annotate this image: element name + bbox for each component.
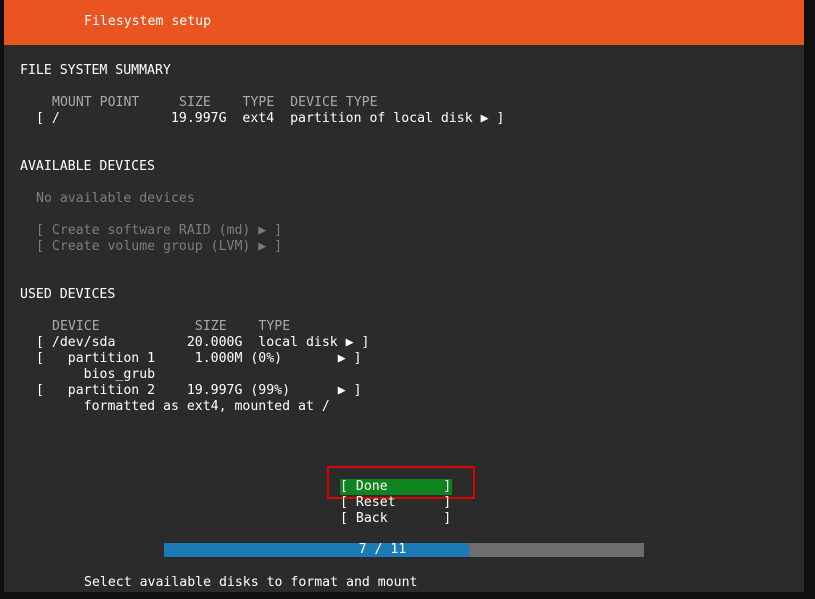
progress-label: 7 / 11 bbox=[358, 542, 407, 557]
partition-1-detail: bios_grub bbox=[36, 367, 156, 382]
create-lvm-button[interactable]: [ Create volume group (LVM) ▶ ] bbox=[36, 239, 282, 255]
title-bar: Filesystem setup bbox=[4, 0, 804, 45]
device-row-partition-2[interactable]: [ partition 2 19.997G (99%) ▶ ] bbox=[36, 383, 362, 399]
summary-row-root[interactable]: [ / 19.997G ext4 partition of local disk… bbox=[36, 111, 504, 127]
back-button[interactable]: [ Back ] bbox=[340, 511, 452, 527]
status-message: Select available disks to format and mou… bbox=[84, 575, 418, 590]
page-title: Filesystem setup bbox=[84, 14, 212, 29]
used-column-headers: DEVICE SIZE TYPE bbox=[52, 319, 291, 334]
done-button[interactable]: [ Done ] bbox=[340, 479, 452, 495]
device-row-partition-1[interactable]: [ partition 1 1.000M (0%) ▶ ] bbox=[36, 351, 362, 367]
create-raid-button[interactable]: [ Create software RAID (md) ▶ ] bbox=[36, 223, 282, 239]
device-row-sda[interactable]: [ /dev/sda 20.000G local disk ▶ ] bbox=[36, 335, 369, 351]
used-devices-heading: USED DEVICES bbox=[20, 287, 116, 302]
no-available-devices-text: No available devices bbox=[36, 191, 195, 206]
partition-2-detail: formatted as ext4, mounted at / bbox=[36, 399, 330, 414]
reset-button[interactable]: [ Reset ] bbox=[340, 495, 452, 511]
available-devices-heading: AVAILABLE DEVICES bbox=[20, 159, 155, 174]
summary-heading: FILE SYSTEM SUMMARY bbox=[20, 63, 171, 78]
summary-column-headers: MOUNT POINT SIZE TYPE DEVICE TYPE bbox=[52, 95, 378, 110]
progress-bar: 7 / 11 bbox=[164, 543, 644, 557]
